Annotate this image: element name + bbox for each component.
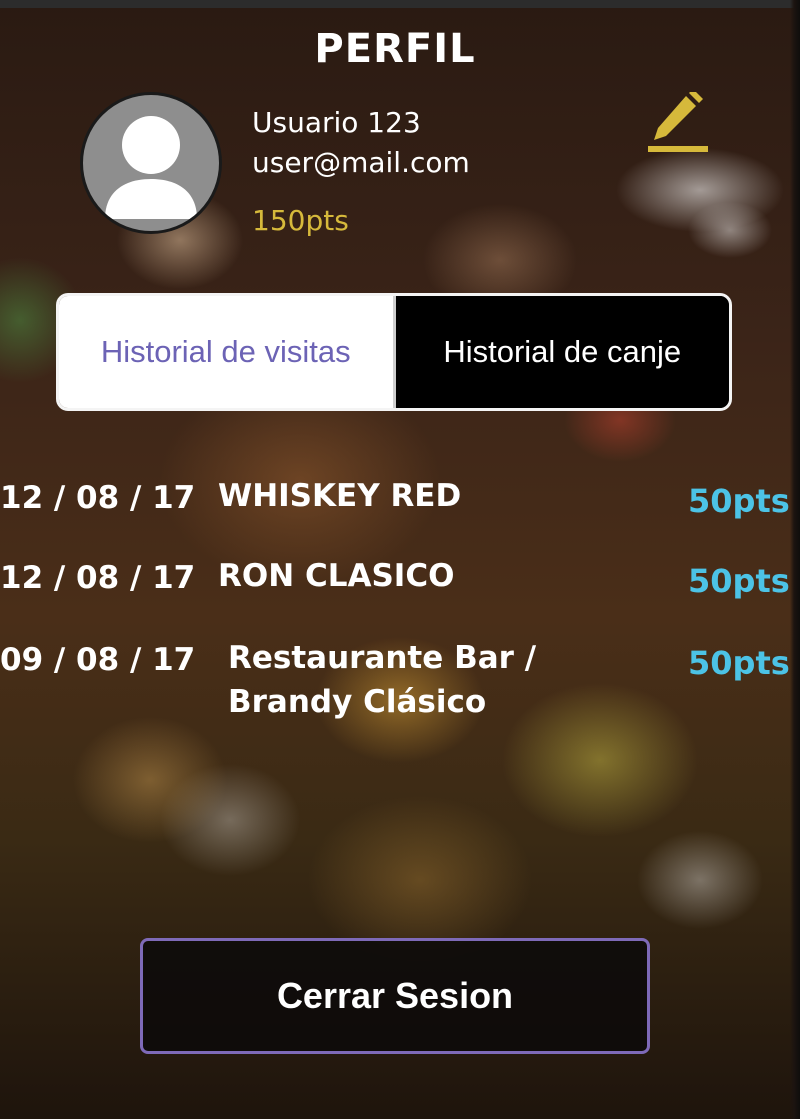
- history-item: Restaurante Bar /: [228, 640, 537, 676]
- history-date: 12 / 08 / 17: [0, 480, 196, 516]
- history-date: 12 / 08 / 17: [0, 560, 196, 596]
- history-tabs: Historial de visitas Historial de canje: [56, 293, 732, 411]
- user-name: Usuario 123: [252, 106, 421, 139]
- history-points: 50pts: [688, 644, 790, 682]
- tab-redeem-history[interactable]: Historial de canje: [395, 296, 729, 408]
- user-points: 150pts: [252, 204, 349, 237]
- user-email: user@mail.com: [252, 146, 470, 179]
- logout-button[interactable]: Cerrar Sesion: [140, 938, 650, 1054]
- history-item: WHISKEY RED: [218, 478, 462, 514]
- history-points: 50pts: [688, 562, 790, 600]
- history-date: 09 / 08 / 17: [0, 642, 196, 678]
- status-bar: [0, 0, 800, 8]
- page-title: PERFIL: [314, 26, 476, 72]
- tab-visit-history[interactable]: Historial de visitas: [59, 296, 396, 408]
- history-item-continued: Brandy Clásico: [228, 684, 487, 720]
- screen-edge: [790, 0, 800, 1119]
- history-points: 50pts: [688, 482, 790, 520]
- profile-screen: PERFIL Usuario 123 user@mail.com 150pts …: [0, 0, 800, 1119]
- edit-profile-button[interactable]: [646, 89, 710, 156]
- history-item: RON CLASICO: [218, 558, 455, 594]
- user-avatar-icon: [80, 92, 222, 234]
- pencil-edit-icon: [648, 89, 708, 152]
